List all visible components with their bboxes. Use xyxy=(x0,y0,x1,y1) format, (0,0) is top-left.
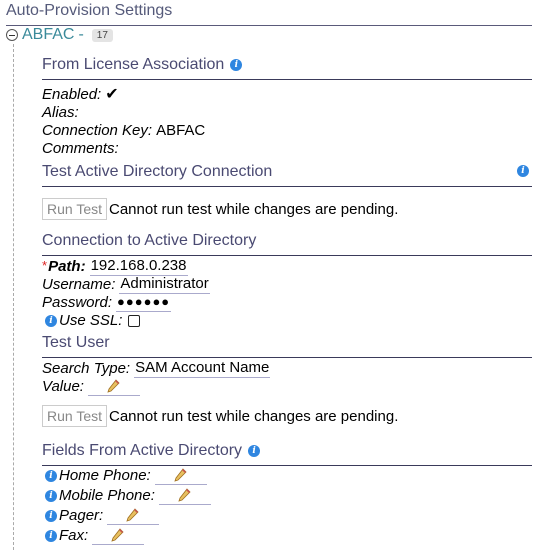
pager-field[interactable] xyxy=(107,507,160,525)
search-type-row: Search Type: SAM Account Name xyxy=(42,359,271,378)
username-field[interactable]: Administrator xyxy=(119,275,210,294)
info-icon[interactable]: i xyxy=(45,530,57,542)
section-divider xyxy=(42,357,532,358)
run-test-button[interactable]: Run Test xyxy=(42,198,107,220)
field-label: Mobile Phone: xyxy=(59,487,155,504)
alias-label: Alias: xyxy=(42,104,79,121)
section-title-connection: Connection to Active Directory xyxy=(42,232,256,250)
alias-row: Alias: xyxy=(42,104,79,122)
field-row-mobile-phone: i Mobile Phone: xyxy=(45,487,211,505)
group-header: ABFAC - 17 xyxy=(6,26,113,44)
info-icon[interactable]: i xyxy=(517,165,529,177)
collapse-minus-icon[interactable] xyxy=(6,29,18,41)
home-phone-field[interactable] xyxy=(154,467,207,485)
fax-field[interactable] xyxy=(92,527,145,545)
pencil-icon[interactable] xyxy=(110,527,124,542)
run-test-button[interactable]: Run Test xyxy=(42,405,107,427)
field-label: Home Phone: xyxy=(59,467,151,484)
section-title-fields: Fields From Active Directory i xyxy=(42,442,261,460)
section-divider xyxy=(42,79,532,80)
info-icon[interactable]: i xyxy=(45,470,57,482)
group-name-link[interactable]: ABFAC xyxy=(22,26,74,44)
search-type-label: Search Type: xyxy=(42,359,131,377)
use-ssl-label: Use SSL: xyxy=(59,312,123,329)
comments-label: Comments: xyxy=(42,140,119,157)
group-separator: - xyxy=(78,26,84,43)
connection-key-value: ABFAC xyxy=(156,122,206,139)
section-divider xyxy=(42,465,532,466)
pending-changes-message: Cannot run test while changes are pendin… xyxy=(109,408,399,425)
section-title-text: Test User xyxy=(42,334,110,351)
pending-changes-message: Cannot run test while changes are pendin… xyxy=(109,201,399,218)
info-icon[interactable]: i xyxy=(45,510,57,522)
mobile-phone-field[interactable] xyxy=(158,487,211,505)
info-icon[interactable]: i xyxy=(248,445,261,457)
required-marker: * xyxy=(42,258,48,273)
section-title-text: Fields From Active Directory xyxy=(42,442,243,459)
section-title-test-connection: Test Active Directory Connection xyxy=(42,163,272,181)
page-title: Auto-Provision Settings xyxy=(6,2,173,19)
section-title-license: From License Association i xyxy=(42,56,243,74)
pencil-icon[interactable] xyxy=(106,378,120,393)
comments-row: Comments: xyxy=(42,140,119,158)
use-ssl-row: i Use SSL: xyxy=(45,312,141,330)
count-badge: 17 xyxy=(91,28,113,42)
field-row-fax: i Fax: xyxy=(45,527,145,545)
path-field[interactable]: 192.168.0.238 xyxy=(89,257,188,276)
pencil-icon[interactable] xyxy=(173,467,187,482)
pencil-icon[interactable] xyxy=(177,487,191,502)
username-row: Username: Administrator xyxy=(42,275,210,294)
section-title-test-user: Test User xyxy=(42,334,110,352)
field-label: Fax: xyxy=(59,527,89,544)
enabled-label: Enabled: xyxy=(42,86,102,103)
info-icon[interactable]: i xyxy=(230,59,243,71)
value-row: Value: xyxy=(42,378,140,396)
section-divider xyxy=(42,255,532,256)
connection-key-label: Connection Key: xyxy=(42,122,153,139)
info-icon[interactable]: i xyxy=(45,490,57,502)
value-label: Value: xyxy=(42,378,84,395)
field-row-home-phone: i Home Phone: xyxy=(45,467,207,485)
section-title-text: From License Association xyxy=(42,56,225,73)
pencil-icon[interactable] xyxy=(125,507,139,522)
value-field[interactable] xyxy=(87,378,140,396)
username-label: Username: xyxy=(42,275,116,293)
field-row-pager: i Pager: xyxy=(45,507,160,525)
section-title-text: Connection to Active Directory xyxy=(42,232,257,249)
section-title-text: Test Active Directory Connection xyxy=(42,163,273,180)
use-ssl-checkbox[interactable] xyxy=(128,315,141,327)
field-label: Pager: xyxy=(59,507,104,524)
info-icon[interactable]: i xyxy=(45,315,57,327)
section-divider xyxy=(42,186,532,187)
path-label: Path: xyxy=(48,257,86,275)
checkmark-icon: ✔ xyxy=(105,86,119,103)
enabled-row: Enabled: ✔ xyxy=(42,86,119,104)
password-field[interactable]: ●●●●●● xyxy=(116,293,172,312)
password-label: Password: xyxy=(42,293,113,311)
password-row: Password: ●●●●●● xyxy=(42,293,172,312)
connection-key-row: Connection Key: ABFAC xyxy=(42,122,205,140)
tree-guide-line xyxy=(13,44,14,550)
search-type-select[interactable]: SAM Account Name xyxy=(134,359,271,378)
path-row: * Path: 192.168.0.238 xyxy=(42,257,188,276)
